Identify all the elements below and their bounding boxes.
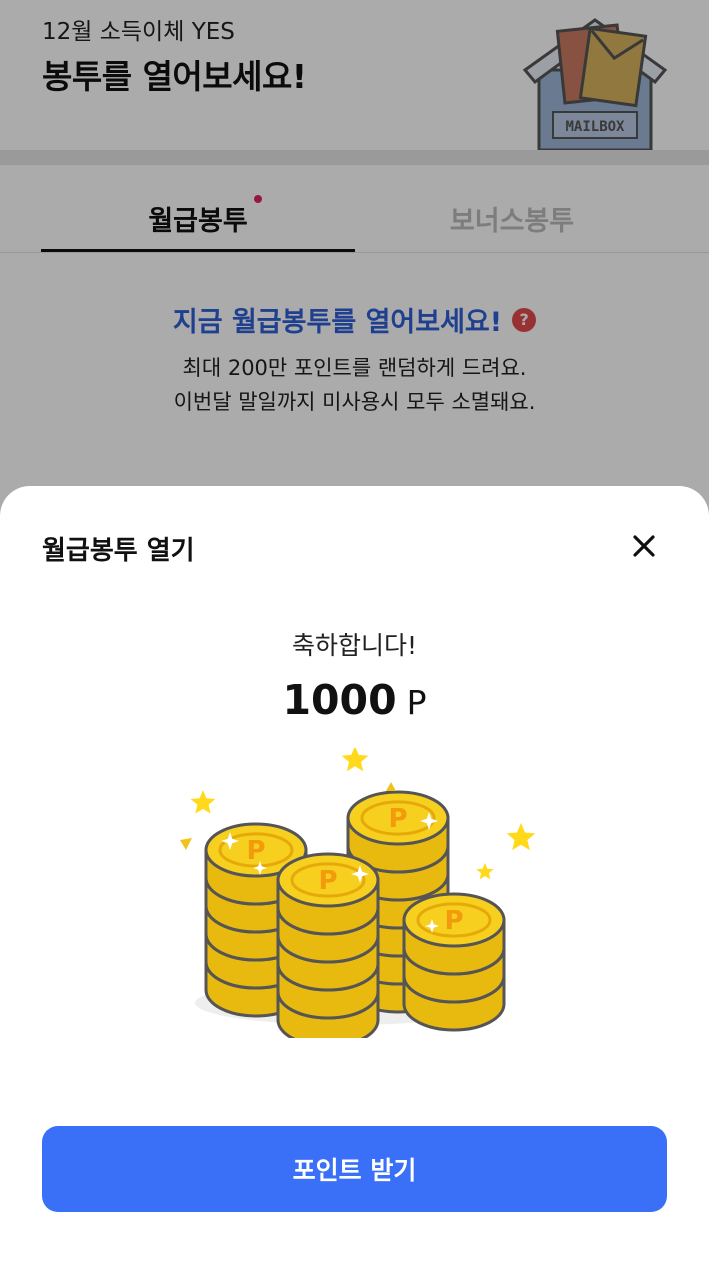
coin-stack-illustration: P P P P [180,748,536,1038]
star-icon [190,790,216,814]
sparkle-triangle [180,838,192,850]
bottom-sheet: 월급봉투 열기 축하합니다! 1000 P PPPP 포인트 받기 [0,486,709,1268]
star-icon [341,748,369,772]
sheet-title: 월급봉투 열기 [42,536,195,566]
coin-label: P [388,804,407,834]
receive-points-button[interactable]: 포인트 받기 [42,1126,667,1212]
coin-label: P [318,866,337,896]
coin-label: P [246,836,265,866]
reward-amount: 1000 P [0,676,709,724]
reward-amount-unit: P [406,683,427,722]
reward-amount-value: 1000 [282,676,397,724]
congrats-message: 축하합니다! [291,631,418,660]
sparkle-triangle [386,782,396,791]
star-icon [506,823,536,851]
coin-label: P [444,906,463,936]
star-icon [476,863,494,880]
close-icon[interactable] [626,528,662,564]
